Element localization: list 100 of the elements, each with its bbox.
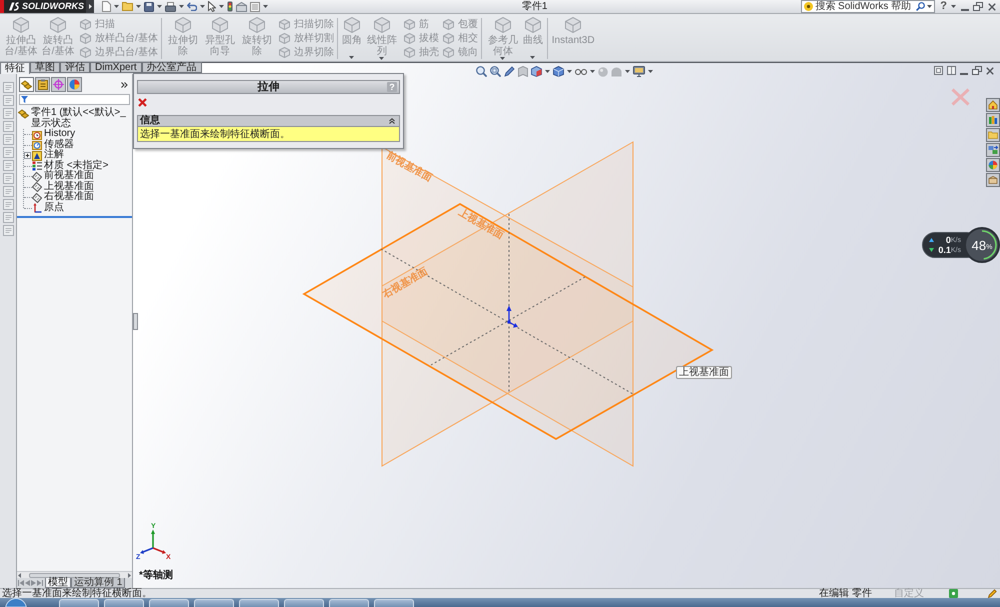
taskbar-button[interactable]	[374, 599, 414, 607]
tab[interactable]: 草图	[30, 62, 60, 73]
help-button[interactable]: ?	[940, 1, 947, 12]
taskbar-button[interactable]	[59, 599, 99, 607]
start-button[interactable]	[5, 598, 27, 607]
tab[interactable]: 办公室产品	[142, 62, 202, 73]
caret-icon[interactable]	[625, 70, 630, 73]
sheet-icon[interactable]	[2, 160, 14, 171]
caret-icon[interactable]	[200, 5, 205, 8]
box-icon[interactable]	[986, 173, 1000, 187]
arrow-icon[interactable]	[37, 580, 43, 586]
monitor-icon[interactable]	[633, 66, 645, 77]
tab[interactable]: 运动算例 1	[71, 578, 126, 588]
tree-item[interactable]: 材质 <未指定>	[32, 160, 108, 171]
list-icon[interactable]	[250, 2, 260, 12]
tab[interactable]: 评估	[60, 62, 90, 73]
arrows-icon[interactable]	[986, 143, 1000, 157]
tab[interactable]: DimXpert	[90, 62, 142, 73]
pointer-icon[interactable]	[208, 1, 216, 12]
double-chevron-icon[interactable]	[121, 82, 128, 88]
house-icon[interactable]	[986, 98, 1000, 112]
sheet-icon[interactable]	[2, 121, 14, 132]
books-icon[interactable]	[986, 113, 1000, 127]
panel-tab[interactable]	[67, 77, 82, 92]
close-icon[interactable]	[986, 66, 994, 74]
section-header[interactable]: 信息	[138, 116, 399, 126]
taskbar-button[interactable]	[239, 599, 279, 607]
magnifier-icon[interactable]	[490, 66, 501, 77]
sheet-icon[interactable]	[2, 212, 14, 223]
panel-tab[interactable]	[35, 77, 50, 92]
help-icon[interactable]	[949, 589, 958, 598]
caret-icon[interactable]	[648, 70, 653, 73]
taskbar-button[interactable]	[284, 599, 324, 607]
tree-item[interactable]: 零件1 (默认<<默认>_显示状态	[18, 108, 132, 129]
panel-tab[interactable]	[51, 77, 66, 92]
taskbar-button[interactable]	[329, 599, 369, 607]
arrow-icon[interactable]	[128, 572, 131, 578]
close-icon[interactable]	[988, 2, 996, 10]
sheet-icon[interactable]	[2, 186, 14, 197]
plus-box-icon[interactable]	[24, 152, 31, 159]
caret-icon[interactable]	[590, 70, 595, 73]
sheet-icon[interactable]	[2, 225, 14, 236]
panel-tab[interactable]	[19, 77, 34, 92]
scrollbar[interactable]	[17, 571, 132, 578]
sheet-icon[interactable]	[2, 199, 14, 210]
tile-view-icon[interactable]	[947, 66, 956, 75]
restore-icon[interactable]	[972, 66, 982, 75]
sheet-icon[interactable]	[2, 95, 14, 106]
taskbar-button[interactable]	[104, 599, 144, 607]
block-icon	[442, 47, 454, 58]
cancel-icon[interactable]	[138, 98, 147, 107]
filter-field[interactable]	[19, 94, 130, 105]
help-button[interactable]: ?	[387, 82, 397, 92]
restore-icon[interactable]	[973, 2, 983, 11]
sphere-icon[interactable]	[986, 158, 1000, 172]
cube-icon[interactable]	[531, 66, 542, 77]
traffic-light-icon[interactable]	[227, 1, 233, 12]
page-icon[interactable]	[102, 1, 111, 12]
tile-view-icon[interactable]	[934, 66, 943, 75]
minimize-icon[interactable]	[961, 8, 969, 10]
folder-icon[interactable]	[986, 128, 1000, 142]
cube-icon[interactable]	[553, 66, 564, 77]
pencil-icon[interactable]	[504, 66, 515, 77]
tree-item[interactable]: 上视基准面	[32, 182, 94, 192]
magnifier-icon[interactable]	[476, 66, 487, 77]
sheet-icon[interactable]	[2, 134, 14, 145]
arrow-icon[interactable]	[18, 580, 24, 586]
box-icon[interactable]	[236, 2, 247, 12]
caret-icon[interactable]	[219, 5, 224, 8]
search-field[interactable]: 搜索 SolidWorks 帮助	[801, 0, 936, 13]
caret-icon[interactable]	[263, 5, 268, 8]
tree-item[interactable]: 前视基准面	[32, 171, 94, 182]
sheet-icon[interactable]	[2, 147, 14, 158]
caret-icon[interactable]	[179, 5, 184, 8]
caret-icon[interactable]	[567, 70, 572, 73]
tree-item[interactable]: 右视基准面	[32, 192, 94, 202]
sheet-icon[interactable]	[2, 108, 14, 119]
caret-icon[interactable]	[114, 5, 119, 8]
caret-icon[interactable]	[951, 5, 956, 8]
taskbar-button[interactable]	[149, 599, 189, 607]
scroll-thumb[interactable]	[29, 572, 120, 578]
sheet-icon[interactable]	[2, 82, 14, 93]
caret-icon[interactable]	[136, 5, 141, 8]
minimize-icon[interactable]	[960, 72, 968, 74]
undo-icon[interactable]	[187, 2, 197, 11]
tree-item[interactable]: History	[32, 129, 76, 140]
glasses-icon[interactable]	[575, 68, 587, 75]
splitter-handle[interactable]	[133, 313, 138, 330]
tree-item[interactable]: 传感器	[32, 140, 74, 150]
origin-icon[interactable]	[506, 306, 518, 328]
taskbar-button[interactable]	[194, 599, 234, 607]
tree-item[interactable]: 注解	[32, 150, 64, 160]
caret-icon[interactable]	[545, 70, 550, 73]
sheet-icon[interactable]	[2, 173, 14, 184]
printer-icon[interactable]	[165, 2, 176, 12]
tab[interactable]: 模型	[45, 578, 71, 588]
tab[interactable]: 特征	[0, 62, 30, 74]
folder-icon[interactable]	[122, 2, 133, 11]
caret-icon[interactable]	[157, 5, 162, 8]
tree-item[interactable]: 原点	[32, 202, 64, 213]
